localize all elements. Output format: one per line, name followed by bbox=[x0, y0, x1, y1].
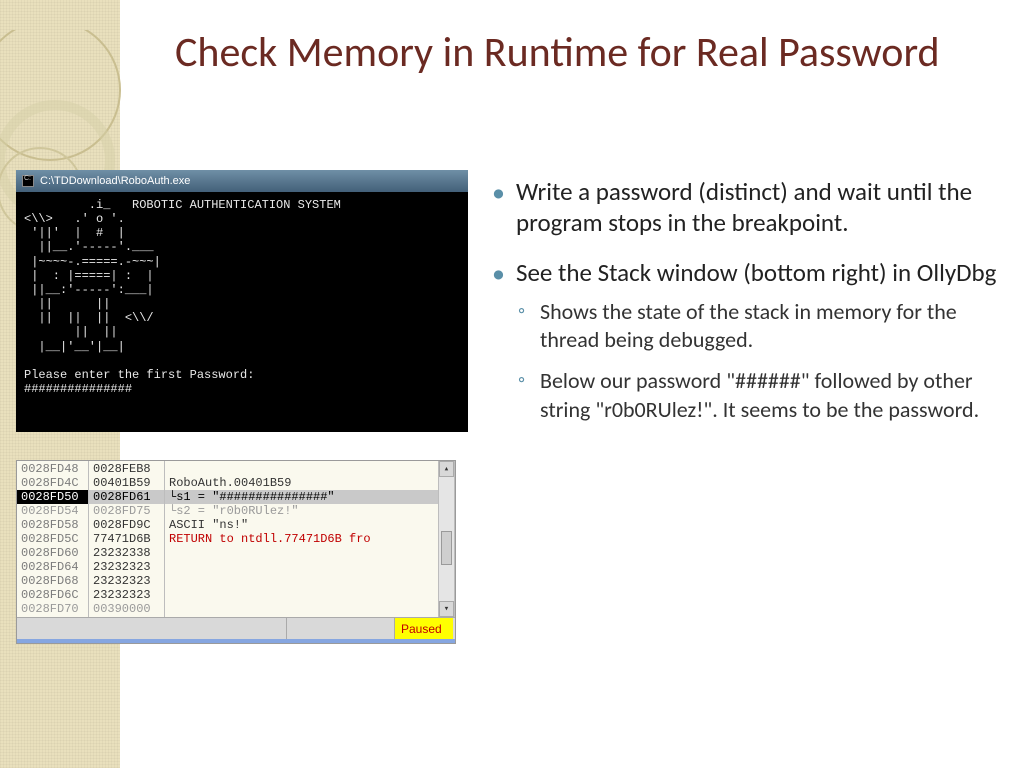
stack-value: 23232323 bbox=[89, 588, 164, 602]
stack-description bbox=[165, 546, 454, 560]
stack-description: └s1 = "###############" bbox=[165, 490, 454, 504]
bullet-text: Below our password "######" followed by … bbox=[540, 367, 979, 423]
scrollbar[interactable]: ▴ ▾ bbox=[438, 461, 454, 617]
stack-address: 0028FD48 bbox=[17, 462, 88, 476]
stack-address: 0028FD70 bbox=[17, 602, 88, 616]
stack-value: 77471D6B bbox=[89, 532, 164, 546]
sub-bullet-item: Below our password "######" followed by … bbox=[516, 367, 1008, 424]
stack-address: 0028FD6C bbox=[17, 588, 88, 602]
console-titlebar: C:\TDDownload\RoboAuth.exe bbox=[16, 170, 468, 192]
stack-description: RETURN to ntdll.77471D6B fro bbox=[165, 532, 454, 546]
status-cell bbox=[17, 618, 287, 639]
bullet-list: Write a password (distinct) and wait unt… bbox=[488, 176, 1008, 442]
status-paused: Paused bbox=[395, 618, 453, 639]
status-bar: Paused bbox=[17, 617, 455, 639]
scroll-down-icon[interactable]: ▾ bbox=[439, 601, 454, 617]
stack-address: 0028FD54 bbox=[17, 504, 88, 518]
stack-value: 0028FD9C bbox=[89, 518, 164, 532]
stack-col-description: RoboAuth.00401B59└s1 = "###############"… bbox=[165, 461, 455, 617]
bullet-text: Shows the state of the stack in memory f… bbox=[540, 298, 957, 354]
bullet-text: Write a password (distinct) and wait unt… bbox=[516, 176, 972, 238]
stack-value: 00401B59 bbox=[89, 476, 164, 490]
bullet-text: See the Stack window (bottom right) in O… bbox=[516, 257, 996, 288]
console-window: C:\TDDownload\RoboAuth.exe .i_ ROBOTIC A… bbox=[16, 170, 468, 432]
stack-address: 0028FD4C bbox=[17, 476, 88, 490]
stack-description: RoboAuth.00401B59 bbox=[165, 476, 454, 490]
stack-value: 0028FD61 bbox=[89, 490, 164, 504]
stack-address: 0028FD68 bbox=[17, 574, 88, 588]
stack-value: 23232338 bbox=[89, 546, 164, 560]
console-art: .i_ ROBOTIC AUTHENTICATION SYSTEM <\\> .… bbox=[24, 198, 341, 396]
stack-description bbox=[165, 560, 454, 574]
stack-address: 0028FD50 bbox=[17, 490, 88, 504]
slide: Check Memory in Runtime for Real Passwor… bbox=[0, 0, 1024, 768]
stack-value: 23232323 bbox=[89, 560, 164, 574]
stack-description: └s2 = "r0b0RUlez!" bbox=[165, 504, 454, 518]
bullet-item: See the Stack window (bottom right) in O… bbox=[488, 257, 1008, 425]
stack-address: 0028FD60 bbox=[17, 546, 88, 560]
stack-address: 0028FD64 bbox=[17, 560, 88, 574]
stack-col-value: 0028FEB800401B590028FD610028FD750028FD9C… bbox=[89, 461, 165, 617]
slide-title: Check Memory in Runtime for Real Passwor… bbox=[175, 28, 995, 78]
stack-value: 23232323 bbox=[89, 574, 164, 588]
stack-col-address: 0028FD480028FD4C0028FD500028FD540028FD58… bbox=[17, 461, 89, 617]
stack-description bbox=[165, 602, 454, 616]
bullet-item: Write a password (distinct) and wait unt… bbox=[488, 176, 1008, 239]
stack-address: 0028FD5C bbox=[17, 532, 88, 546]
stack-value: 00390000 bbox=[89, 602, 164, 616]
scroll-thumb[interactable] bbox=[441, 531, 452, 565]
stack-address: 0028FD58 bbox=[17, 518, 88, 532]
stack-value: 0028FD75 bbox=[89, 504, 164, 518]
window-border-bottom bbox=[17, 639, 455, 643]
stack-description bbox=[165, 462, 454, 476]
ollydbg-stack-window: 0028FD480028FD4C0028FD500028FD540028FD58… bbox=[16, 460, 456, 644]
cmd-icon bbox=[22, 175, 34, 187]
stack-description: ASCII "ns!" bbox=[165, 518, 454, 532]
scroll-up-icon[interactable]: ▴ bbox=[439, 461, 454, 477]
stack-value: 0028FEB8 bbox=[89, 462, 164, 476]
console-path: C:\TDDownload\RoboAuth.exe bbox=[40, 175, 190, 187]
status-cell bbox=[287, 618, 395, 639]
stack-description bbox=[165, 574, 454, 588]
sub-bullet-item: Shows the state of the stack in memory f… bbox=[516, 298, 1008, 355]
stack-description bbox=[165, 588, 454, 602]
stack-body: 0028FD480028FD4C0028FD500028FD540028FD58… bbox=[17, 461, 455, 617]
console-body: .i_ ROBOTIC AUTHENTICATION SYSTEM <\\> .… bbox=[16, 192, 468, 432]
